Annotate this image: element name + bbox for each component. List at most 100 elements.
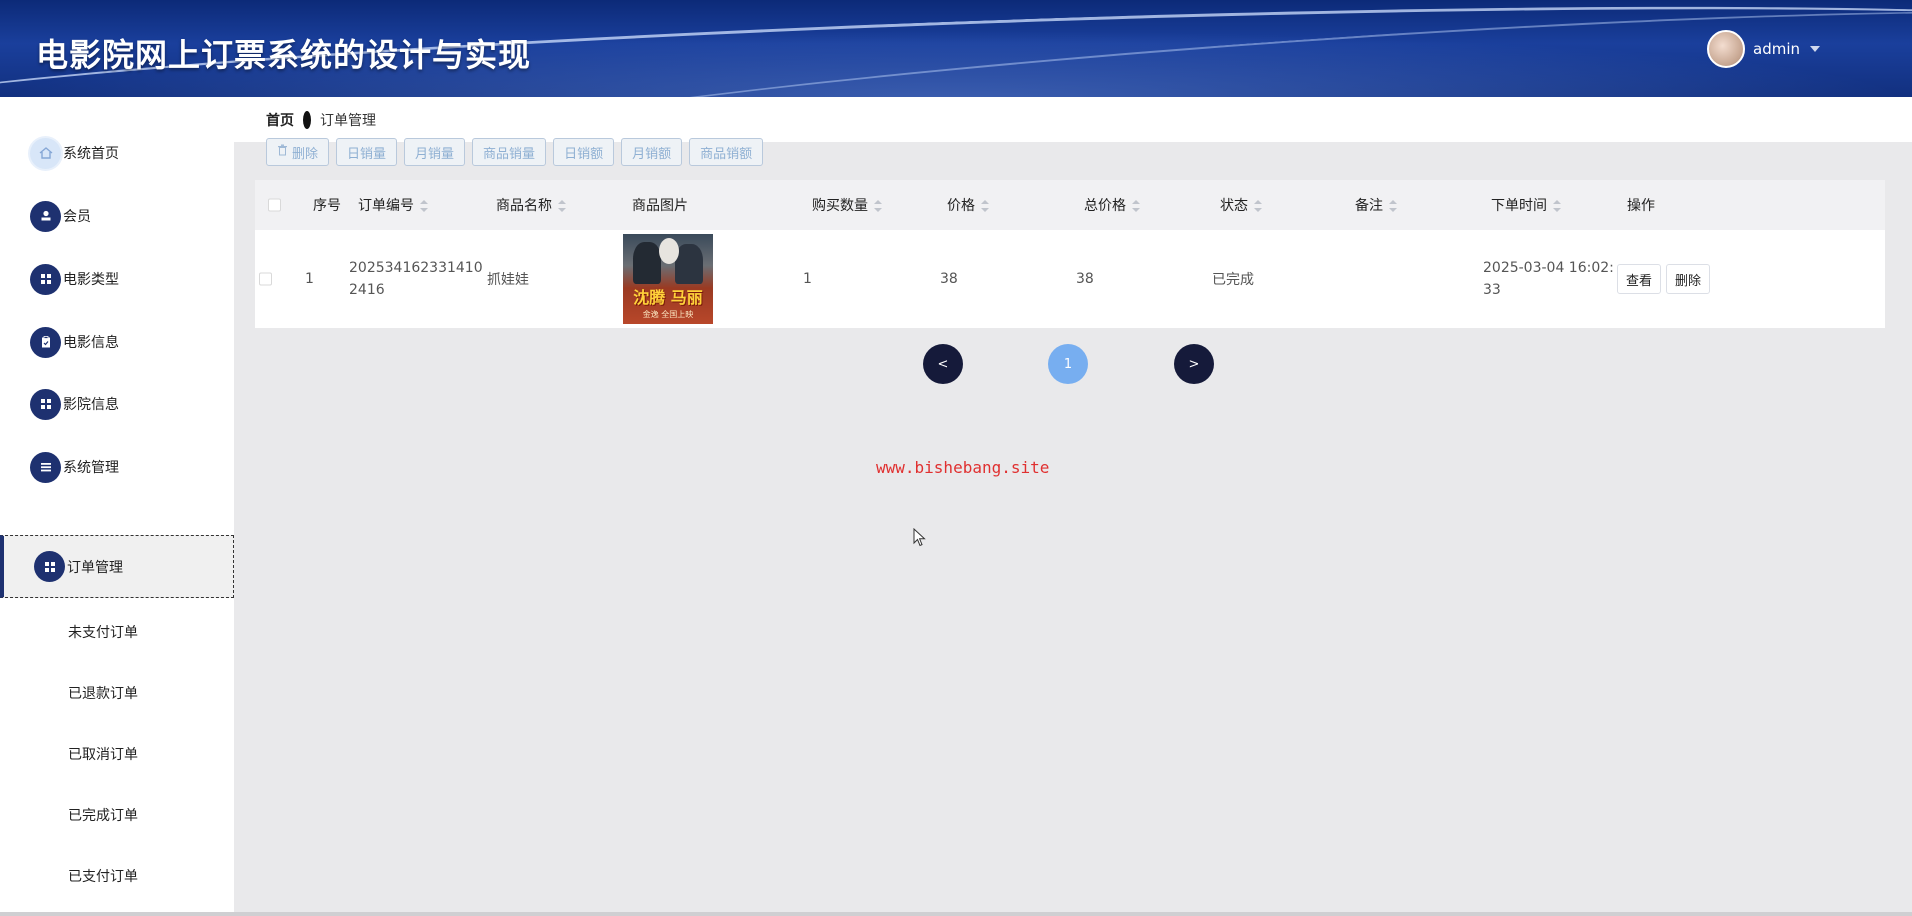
sort-icon[interactable] bbox=[558, 200, 566, 212]
sidebar-item-label: 系统管理 bbox=[63, 460, 119, 476]
col-label: 备注 bbox=[1355, 198, 1383, 214]
sidebar-subitem-cancelled[interactable]: 已取消订单 bbox=[68, 744, 138, 764]
main-content: 删除 日销量 月销量 商品销量 日销额 月销额 商品销额 序号 订单编号 商品名… bbox=[234, 138, 1912, 916]
sidebar-item-label: 订单管理 bbox=[67, 559, 123, 576]
poster-figure bbox=[633, 242, 661, 284]
sort-icon[interactable] bbox=[1553, 200, 1561, 212]
breadcrumb-home[interactable]: 首页 bbox=[266, 110, 294, 130]
order-no-line2: 2416 bbox=[349, 282, 385, 298]
col-product-image: 商品图片 bbox=[632, 198, 688, 214]
col-status[interactable]: 状态 bbox=[1220, 195, 1262, 215]
avatar[interactable] bbox=[1707, 30, 1745, 68]
movie-poster-image: 沈腾 马丽 金逸 全国上映 bbox=[623, 234, 713, 324]
product-sales-button[interactable]: 商品销量 bbox=[472, 138, 547, 166]
sidebar-item-label: 电影信息 bbox=[63, 335, 119, 351]
poster-figure bbox=[659, 238, 679, 264]
poster-figure bbox=[675, 244, 703, 284]
breadcrumb: 首页 订单管理 bbox=[234, 97, 1912, 142]
row-checkbox[interactable] bbox=[259, 272, 272, 286]
cell-price: 38 bbox=[940, 271, 958, 287]
product-revenue-button[interactable]: 商品销额 bbox=[689, 138, 764, 166]
separator-icon bbox=[303, 110, 311, 129]
sidebar-item-label: 系统首页 bbox=[63, 146, 119, 162]
col-label: 商品名称 bbox=[496, 198, 552, 214]
bottom-border bbox=[0, 912, 1912, 916]
monthly-revenue-button[interactable]: 月销额 bbox=[621, 138, 683, 166]
sidebar-item-movie-type[interactable]: 电影类型 bbox=[0, 254, 234, 304]
sidebar-subitem-refunded[interactable]: 已退款订单 bbox=[68, 683, 138, 703]
site-title: 电影院网上订票系统的设计与实现 bbox=[36, 36, 532, 74]
cell-index: 1 bbox=[305, 271, 314, 287]
row-delete-button[interactable]: 删除 bbox=[1666, 264, 1711, 294]
sidebar-item-cinema-info[interactable]: 影院信息 bbox=[0, 379, 234, 429]
daily-revenue-button[interactable]: 日销额 bbox=[553, 138, 615, 166]
delete-button[interactable]: 删除 bbox=[266, 138, 330, 166]
sort-icon[interactable] bbox=[1389, 200, 1397, 212]
col-order-no[interactable]: 订单编号 bbox=[358, 195, 428, 215]
col-actions: 操作 bbox=[1627, 198, 1655, 214]
next-page-button[interactable]: > bbox=[1174, 344, 1214, 384]
col-price[interactable]: 价格 bbox=[947, 195, 989, 215]
list-icon bbox=[30, 451, 61, 483]
col-quantity[interactable]: 购买数量 bbox=[812, 195, 882, 215]
sort-icon[interactable] bbox=[1254, 200, 1262, 212]
order-no-line1: 202534162331410 bbox=[349, 260, 483, 276]
delete-label: 删除 bbox=[292, 146, 319, 162]
col-label: 状态 bbox=[1220, 198, 1248, 214]
sidebar-subitem-unpaid[interactable]: 未支付订单 bbox=[68, 622, 138, 642]
user-name[interactable]: admin bbox=[1753, 40, 1800, 58]
col-label: 购买数量 bbox=[812, 198, 868, 214]
cell-actions: 查看 删除 bbox=[1617, 264, 1711, 294]
sidebar-subitem-completed[interactable]: 已完成订单 bbox=[68, 805, 138, 825]
col-total[interactable]: 总价格 bbox=[1084, 195, 1140, 215]
sort-icon[interactable] bbox=[1132, 200, 1140, 212]
cell-product-image: 沈腾 马丽 金逸 全国上映 bbox=[623, 234, 713, 324]
home-icon bbox=[30, 137, 61, 169]
user-menu[interactable]: admin bbox=[1707, 30, 1820, 68]
cell-status: 已完成 bbox=[1212, 272, 1254, 288]
cell-total: 38 bbox=[1076, 271, 1094, 287]
sidebar-item-home[interactable]: 系统首页 bbox=[0, 128, 234, 178]
grid-icon bbox=[30, 263, 61, 295]
col-product-name[interactable]: 商品名称 bbox=[496, 195, 566, 215]
sidebar-item-movie-info[interactable]: 电影信息 bbox=[0, 317, 234, 367]
page-1-button[interactable]: 1 bbox=[1048, 344, 1088, 384]
col-label: 下单时间 bbox=[1491, 198, 1547, 214]
col-index: 序号 bbox=[313, 198, 341, 214]
sort-icon[interactable] bbox=[420, 200, 428, 212]
sort-icon[interactable] bbox=[981, 200, 989, 212]
watermark: www.bishebang.site bbox=[876, 458, 1050, 477]
col-remark[interactable]: 备注 bbox=[1355, 195, 1397, 215]
cell-order-no: 202534162331410 2416 bbox=[349, 257, 483, 301]
select-all-checkbox[interactable] bbox=[268, 198, 281, 212]
breadcrumb-current: 订单管理 bbox=[320, 112, 376, 129]
cell-quantity: 1 bbox=[803, 271, 812, 287]
order-time-line1: 2025-03-04 16:02: bbox=[1483, 260, 1614, 276]
mouse-cursor-icon bbox=[913, 528, 926, 547]
cell-product-name: 抓娃娃 bbox=[487, 272, 529, 288]
sidebar: 系统首页 会员 电影类型 电影信息 影院信息 系统管理 订单管理 未支付订单 已… bbox=[0, 97, 234, 916]
order-time-line2: 33 bbox=[1483, 282, 1501, 298]
sidebar-item-orders[interactable]: 订单管理 bbox=[0, 535, 234, 598]
sidebar-item-system[interactable]: 系统管理 bbox=[0, 442, 234, 492]
prev-page-button[interactable]: < bbox=[923, 344, 963, 384]
table-header: 序号 订单编号 商品名称 商品图片 购买数量 价格 总价格 状态 备注 下单时间… bbox=[255, 180, 1885, 230]
sidebar-item-members[interactable]: 会员 bbox=[0, 191, 234, 241]
sort-icon[interactable] bbox=[874, 200, 882, 212]
monthly-sales-button[interactable]: 月销量 bbox=[404, 138, 466, 166]
grid-icon bbox=[30, 388, 61, 420]
daily-sales-button[interactable]: 日销量 bbox=[336, 138, 398, 166]
sidebar-subitem-paid[interactable]: 已支付订单 bbox=[68, 866, 138, 886]
grid-icon bbox=[34, 551, 65, 582]
top-header: 电影院网上订票系统的设计与实现 admin bbox=[0, 0, 1912, 97]
col-label: 价格 bbox=[947, 198, 975, 214]
sidebar-item-label: 电影类型 bbox=[63, 272, 119, 288]
poster-footer: 金逸 全国上映 bbox=[642, 310, 694, 319]
col-order-time[interactable]: 下单时间 bbox=[1491, 195, 1561, 215]
table-row: 1 202534162331410 2416 抓娃娃 沈腾 马丽 金逸 全国上映… bbox=[255, 230, 1885, 328]
cell-order-time: 2025-03-04 16:02: 33 bbox=[1483, 257, 1614, 301]
user-icon bbox=[30, 200, 61, 232]
caret-down-icon[interactable] bbox=[1810, 46, 1820, 52]
sidebar-item-label: 会员 bbox=[63, 209, 91, 225]
view-button[interactable]: 查看 bbox=[1617, 264, 1662, 294]
